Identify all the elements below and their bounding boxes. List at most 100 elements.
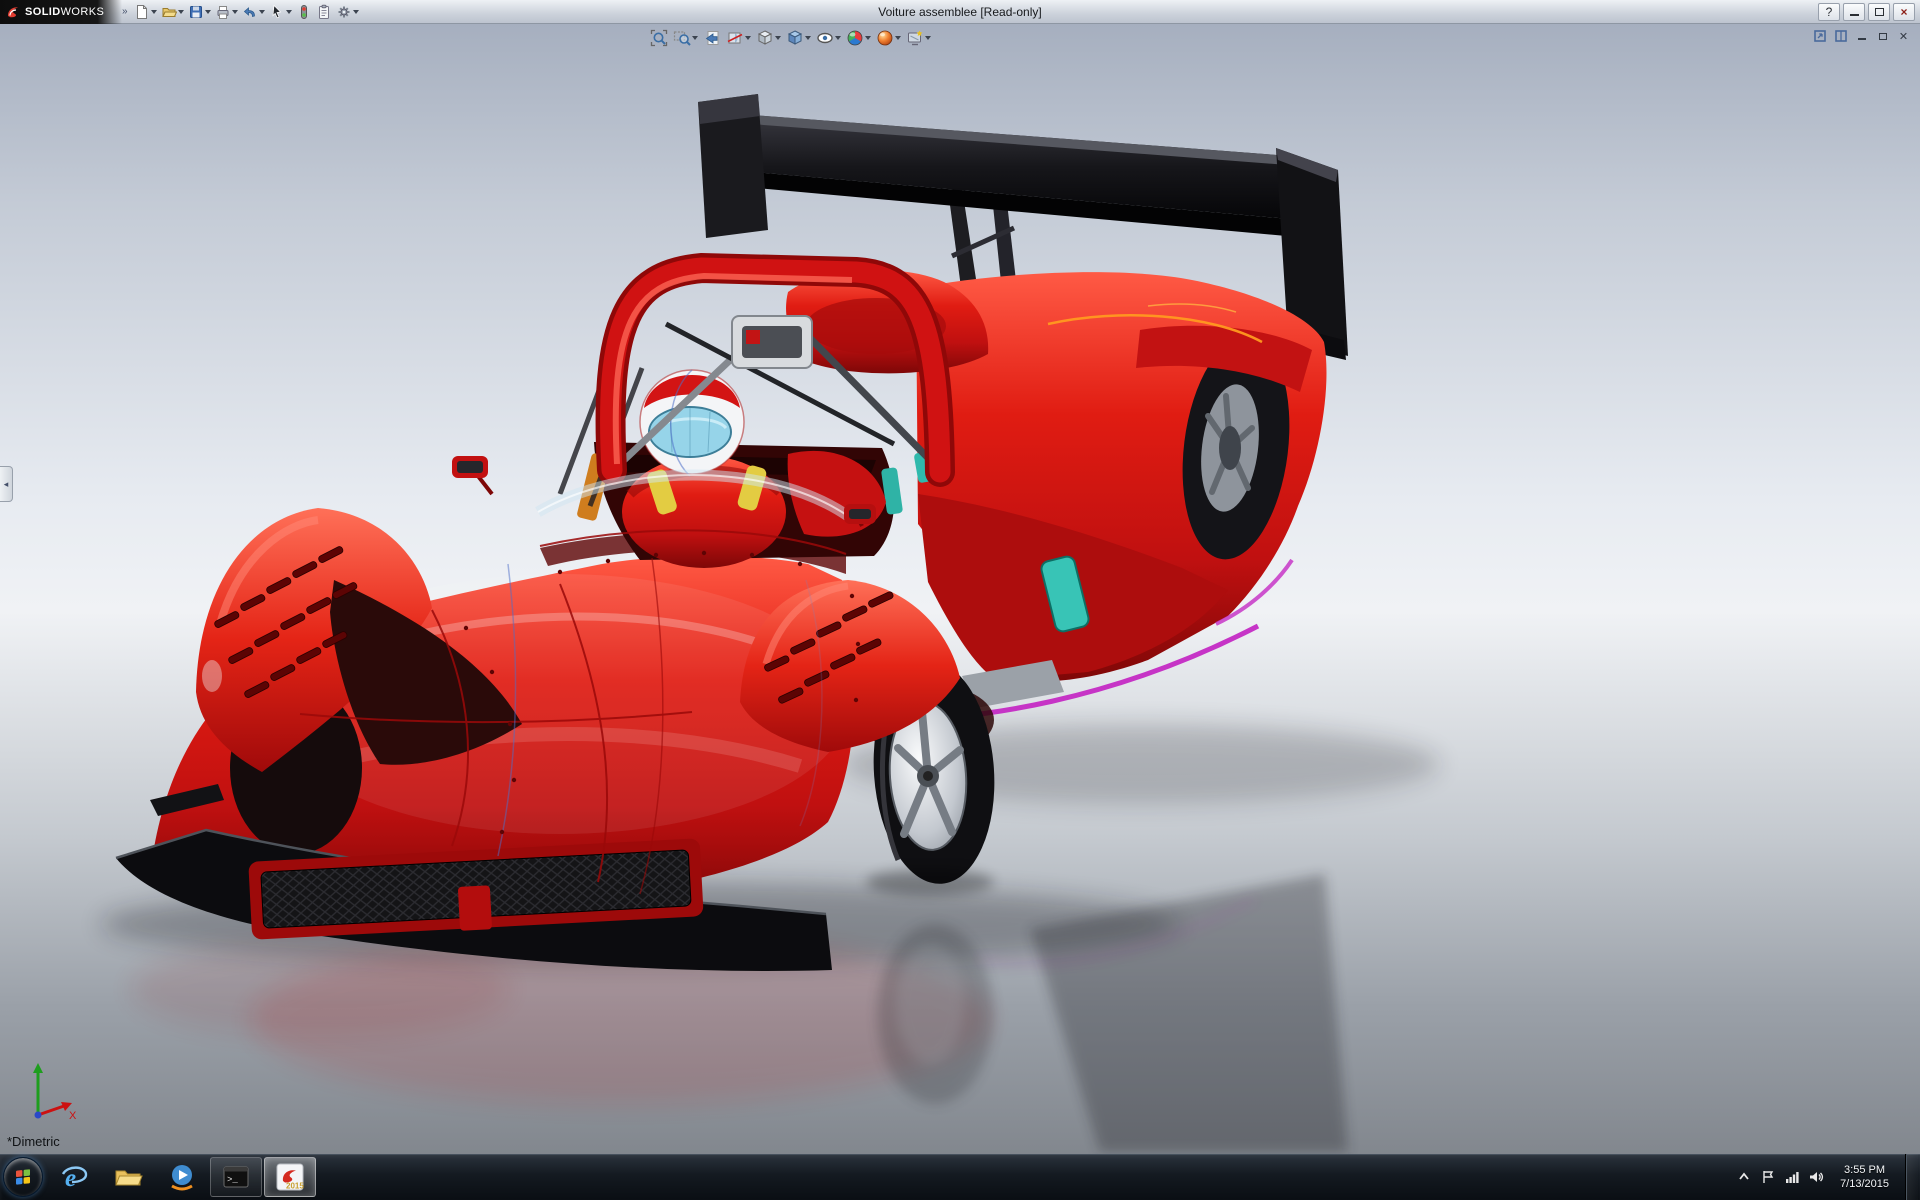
feature-manager-flyout-tab[interactable]: ◂ (0, 466, 13, 502)
display-style-button[interactable] (784, 27, 813, 49)
dropdown-caret (805, 36, 811, 40)
display-style-cube-icon (786, 29, 804, 47)
section-view-button[interactable] (724, 27, 753, 49)
taskbar-command-prompt-button[interactable]: >_ (210, 1157, 262, 1197)
previous-view-button[interactable] (701, 27, 723, 49)
dropdown-caret (232, 10, 238, 14)
restore-document-button[interactable] (1874, 28, 1891, 44)
hidden-icons-chevron[interactable] (1735, 1169, 1752, 1186)
svg-text:>_: >_ (227, 1175, 238, 1185)
start-button[interactable] (3, 1157, 43, 1197)
hide-show-items-button[interactable] (814, 27, 843, 49)
minimize-glyph (1850, 14, 1859, 16)
previous-view-icon (703, 29, 721, 47)
options-gear-icon (336, 4, 352, 20)
dropdown-caret (745, 36, 751, 40)
close-document-button[interactable]: ✕ (1895, 28, 1912, 44)
main-toolbar (132, 0, 361, 24)
graphics-area[interactable]: ✕ ◂ X *Dimetric (0, 24, 1920, 1154)
window-controls: ? × (1818, 3, 1920, 21)
rebuild-button[interactable] (294, 1, 314, 23)
taskbar-internet-explorer-button[interactable]: e (48, 1157, 100, 1197)
taskbar-solidworks-button[interactable]: 2015 (264, 1157, 316, 1197)
car-model[interactable] (116, 94, 1348, 971)
dropdown-caret (835, 36, 841, 40)
internet-explorer-icon: e (59, 1162, 89, 1192)
dropdown-caret (286, 10, 292, 14)
dropdown-caret (895, 36, 901, 40)
select-button[interactable] (267, 1, 294, 23)
dropdown-caret (353, 10, 359, 14)
zoom-to-area-icon (673, 29, 691, 47)
media-player-icon (167, 1162, 197, 1192)
left-mirror (452, 456, 492, 494)
3d-model-render[interactable] (0, 24, 1920, 1154)
select-cursor-icon (269, 4, 285, 20)
section-view-icon (726, 29, 744, 47)
windows-flag-icon (13, 1167, 33, 1187)
show-desktop-button[interactable] (1905, 1154, 1918, 1200)
maximize-glyph (1875, 8, 1884, 16)
printer-icon (215, 4, 231, 20)
print-button[interactable] (213, 1, 240, 23)
zoom-to-fit-button[interactable] (648, 27, 670, 49)
help-button[interactable]: ? (1818, 3, 1840, 21)
pane-layout-button[interactable] (1832, 28, 1849, 44)
app-logo: SOLIDWORKS (0, 0, 122, 24)
reference-triad: X (12, 1057, 82, 1128)
pane-layout-icon (1834, 29, 1848, 43)
new-document-icon (134, 4, 150, 20)
options-button[interactable] (334, 1, 361, 23)
intake-scoop (732, 316, 812, 368)
save-button[interactable] (186, 1, 213, 23)
open-button[interactable] (159, 1, 186, 23)
title-bar: SOLIDWORKS » (0, 0, 1920, 24)
triad-y-axis (33, 1063, 43, 1115)
triad-z-axis (35, 1112, 42, 1119)
dropdown-caret (925, 36, 931, 40)
zoom-to-fit-icon (650, 29, 668, 47)
file-properties-button[interactable] (314, 1, 334, 23)
taskbar-explorer-button[interactable] (102, 1157, 154, 1197)
view-orientation-button[interactable] (754, 27, 783, 49)
action-center-flag-icon[interactable] (1759, 1169, 1776, 1186)
dropdown-caret (259, 10, 265, 14)
taskbar-clock[interactable]: 3:55 PM 7/13/2015 (1831, 1163, 1898, 1191)
taskbar-media-player-button[interactable] (156, 1157, 208, 1197)
dropdown-caret (775, 36, 781, 40)
dropdown-caret (865, 36, 871, 40)
folder-icon (113, 1162, 143, 1192)
helmet (640, 370, 744, 476)
volume-icon[interactable] (1807, 1169, 1824, 1186)
solidworks-2015-icon: 2015 (275, 1162, 305, 1192)
maximize-button[interactable] (1868, 3, 1890, 21)
solidworks-window: SOLIDWORKS » (0, 0, 1920, 1200)
apply-scene-button[interactable] (874, 27, 903, 49)
heads-up-view-toolbar (648, 27, 933, 49)
dropdown-caret (151, 10, 157, 14)
close-button[interactable]: × (1893, 3, 1915, 21)
undo-button[interactable] (240, 1, 267, 23)
system-tray: 3:55 PM 7/13/2015 (1735, 1154, 1920, 1200)
document-window-controls: ✕ (1811, 28, 1912, 44)
edit-appearance-ball-icon (846, 29, 864, 47)
toolbar-overflow-chevron[interactable]: » (122, 6, 128, 17)
apply-scene-sphere-icon (876, 29, 894, 47)
solidworks-logo-icon (5, 4, 21, 20)
new-button[interactable] (132, 1, 159, 23)
minimize-glyph (1858, 38, 1866, 40)
restore-glyph (1879, 33, 1887, 40)
view-orientation-cube-icon (756, 29, 774, 47)
dropdown-caret (205, 10, 211, 14)
minimize-button[interactable] (1843, 3, 1865, 21)
clock-date: 7/13/2015 (1840, 1177, 1889, 1191)
view-settings-button[interactable] (904, 27, 933, 49)
right-mirror (844, 504, 876, 526)
edit-appearance-button[interactable] (844, 27, 873, 49)
zoom-to-area-button[interactable] (671, 27, 700, 49)
solidworks-year-badge: 2015 (286, 1182, 304, 1191)
minimize-document-button[interactable] (1853, 28, 1870, 44)
dropdown-caret (692, 36, 698, 40)
fullscreen-toggle-button[interactable] (1811, 28, 1828, 44)
network-icon[interactable] (1783, 1169, 1800, 1186)
